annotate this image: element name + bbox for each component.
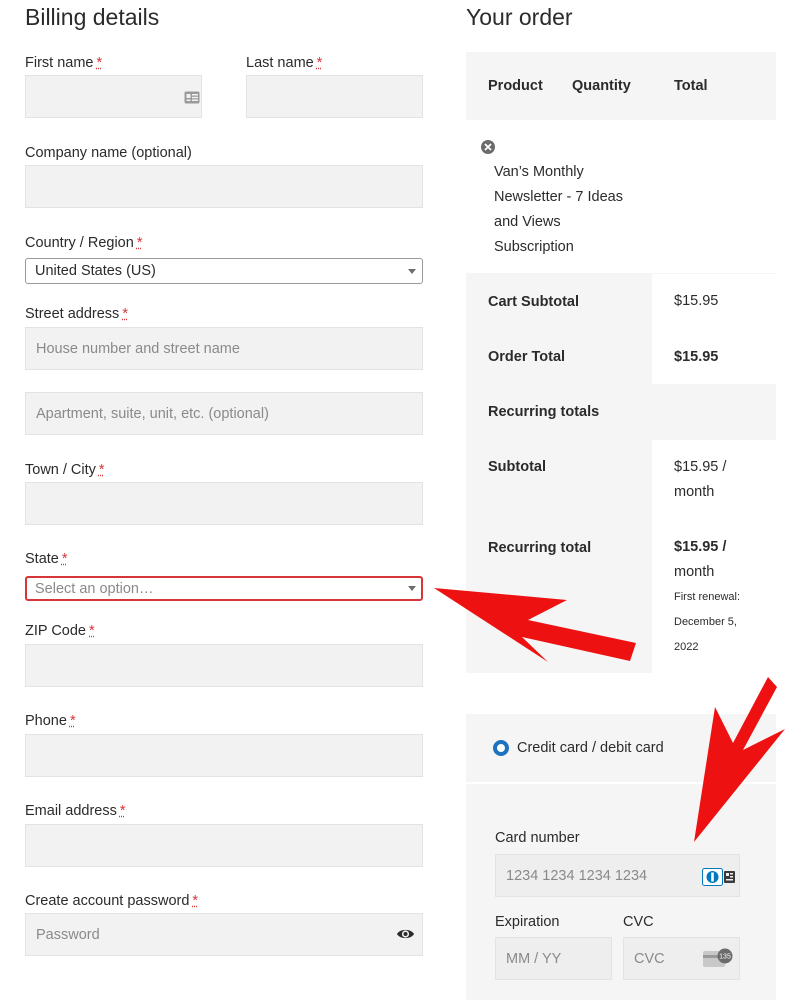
zip-input[interactable] [25,644,423,687]
password-label: Create account password * [25,893,199,909]
chevron-down-icon [408,269,416,274]
recurring-total-label: Recurring total [488,540,592,556]
street-label: Street address * [25,306,128,322]
street-placeholder: House number and street name [36,341,240,357]
recurring-totals-label: Recurring totals [488,404,600,420]
country-value: United States (US) [35,263,156,279]
cvc-label: CVC [623,914,654,930]
eye-icon[interactable] [396,927,415,941]
company-label: Company name (optional) [25,145,192,161]
first-name-label: First name * [25,55,103,71]
country-label: Country / Region * [25,235,143,251]
city-label: Town / City * [25,462,105,478]
state-value: Select an option… [35,581,154,597]
cvc-card-icon: 135 [703,948,733,967]
remove-item-icon[interactable] [480,139,496,155]
company-input[interactable] [25,165,423,208]
street-address-2-input[interactable]: Apartment, suite, unit, etc. (optional) [25,392,423,435]
quantity-header: Quantity [572,78,631,94]
subtotal-value: $15.95 / month [674,459,727,500]
total-header: Total [674,78,708,94]
expiration-label: Expiration [495,914,560,930]
order-total-label: Order Total [488,349,566,365]
state-select[interactable]: Select an option… [25,576,423,601]
subtotal-label: Subtotal [488,459,546,475]
card-number-input[interactable]: 1234 1234 1234 1234 [495,854,740,897]
recurring-total-value: $15.95 / month First renewal: December 5… [674,539,741,653]
street-address-input[interactable]: House number and street name [25,327,423,370]
contact-card-icon[interactable] [184,91,200,104]
billing-title: Billing details [25,4,160,30]
payment-divider [466,782,776,784]
credit-card-radio[interactable] [493,740,509,756]
order-title: Your order [466,4,573,30]
product-name: Van’s Monthly Newsletter - 7 Ideas and V… [494,164,623,255]
card-number-placeholder: 1234 1234 1234 1234 [506,868,648,884]
expiration-placeholder: MM / YY [506,951,562,967]
apartment-placeholder: Apartment, suite, unit, etc. (optional) [36,406,269,422]
last-name-label: Last name * [246,55,323,71]
cvc-placeholder: CVC [634,951,665,967]
cart-subtotal-value: $15.95 [674,293,719,309]
expiration-input[interactable]: MM / YY [495,937,612,980]
country-select[interactable]: United States (US) [25,258,423,284]
product-header: Product [488,78,543,94]
card-number-label: Card number [495,830,580,846]
last-name-input[interactable] [246,75,423,118]
zip-label: ZIP Code * [25,623,95,639]
city-input[interactable] [25,482,423,525]
phone-label: Phone * [25,713,76,729]
cvc-input[interactable]: CVC 135 [623,937,740,980]
password-placeholder: Password [36,927,100,943]
credit-card-label[interactable]: Credit card / debit card [517,740,664,756]
email-label: Email address * [25,803,126,819]
state-label: State * [25,551,68,567]
password-input[interactable]: Password [25,913,423,956]
email-input[interactable] [25,824,423,867]
first-name-input[interactable] [25,75,202,118]
phone-input[interactable] [25,734,423,777]
cart-subtotal-label: Cart Subtotal [488,294,580,310]
chevron-down-icon [408,586,416,591]
svg-text:135: 135 [719,954,731,961]
card-brand-icon [702,868,735,886]
order-total-value: $15.95 [674,349,719,365]
